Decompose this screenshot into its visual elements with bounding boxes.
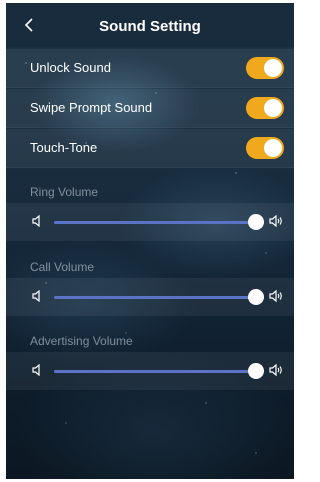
- call-volume-row: [6, 278, 294, 316]
- slider-thumb[interactable]: [248, 363, 264, 379]
- touch-tone-toggle[interactable]: [246, 137, 284, 159]
- sound-setting-screen: Sound Setting Unlock Sound Swipe Prompt …: [6, 3, 294, 479]
- swipe-prompt-sound-row: Swipe Prompt Sound: [6, 89, 294, 128]
- speaker-low-icon: [32, 290, 40, 302]
- speaker-high-icon: [269, 215, 282, 227]
- toggle-knob: [264, 59, 282, 77]
- ring-volume-slider[interactable]: [54, 214, 264, 230]
- advertising-volume-label: Advertising Volume: [30, 334, 133, 348]
- call-volume-label: Call Volume: [30, 260, 95, 274]
- swipe-prompt-sound-toggle[interactable]: [246, 97, 284, 119]
- advertising-volume-slider[interactable]: [54, 363, 264, 379]
- ring-volume-label: Ring Volume: [30, 185, 99, 199]
- toggle-knob: [264, 139, 282, 157]
- ring-volume-row: [6, 203, 294, 241]
- call-volume-slider[interactable]: [54, 289, 264, 305]
- slider-thumb[interactable]: [248, 214, 264, 230]
- speaker-high-icon: [269, 364, 282, 376]
- slider-fill: [54, 370, 256, 373]
- header-bar: Sound Setting: [6, 3, 294, 47]
- unlock-sound-label: Unlock Sound: [30, 60, 111, 75]
- page-title: Sound Setting: [99, 18, 201, 35]
- unlock-sound-toggle[interactable]: [246, 57, 284, 79]
- unlock-sound-row: Unlock Sound: [6, 49, 294, 88]
- speaker-low-icon: [32, 364, 40, 376]
- toggle-knob: [264, 99, 282, 117]
- touch-tone-label: Touch-Tone: [30, 140, 98, 155]
- slider-fill: [54, 296, 256, 299]
- slider-thumb[interactable]: [248, 289, 264, 305]
- speaker-low-icon: [32, 215, 40, 227]
- advertising-volume-row: [6, 352, 294, 390]
- swipe-prompt-sound-label: Swipe Prompt Sound: [30, 100, 153, 115]
- slider-fill: [54, 221, 256, 224]
- touch-tone-row: Touch-Tone: [6, 129, 294, 168]
- speaker-high-icon: [269, 290, 282, 302]
